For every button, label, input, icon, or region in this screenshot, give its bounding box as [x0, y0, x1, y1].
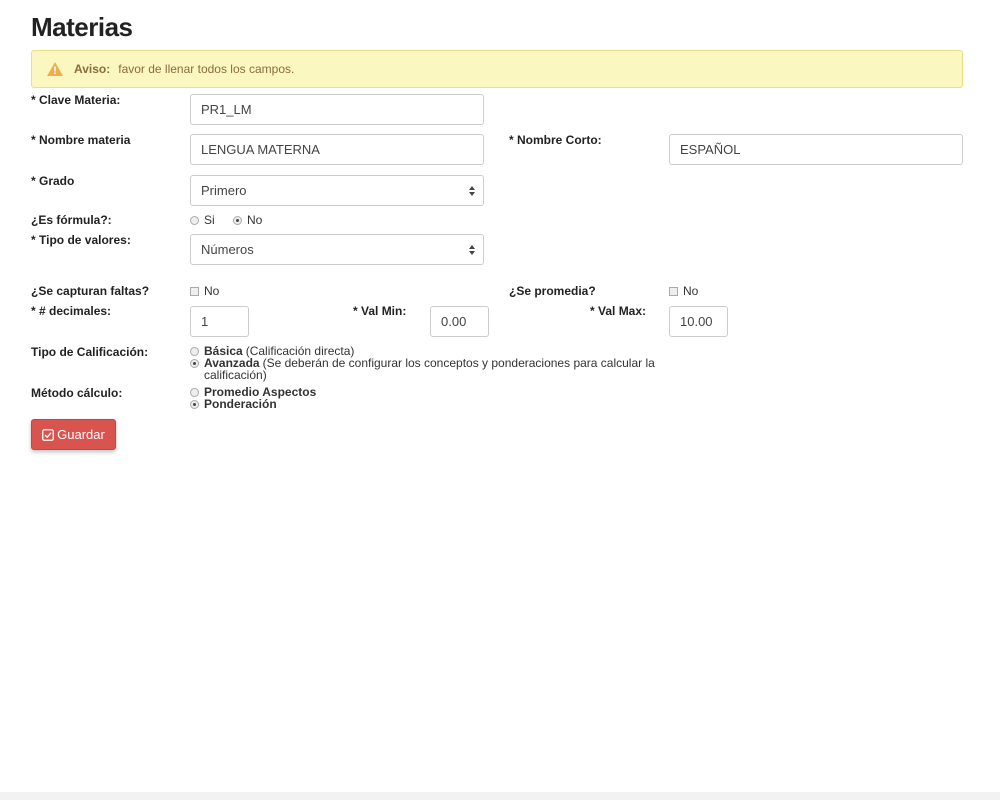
decimales-input[interactable]: 1: [190, 306, 249, 337]
checkbox-label: No: [204, 284, 220, 298]
save-button[interactable]: Guardar: [31, 419, 116, 450]
checkbox-icon: [190, 286, 199, 296]
tipo-calificacion-options: Básica (Calificación directa) Avanzada (Se…: [190, 345, 660, 381]
sort-caret-icon: [469, 245, 475, 255]
check-square-icon: [42, 428, 55, 441]
clave-materia-label: * Clave Materia:: [31, 93, 121, 107]
save-button-label: Guardar: [57, 427, 105, 442]
option-desc: (Se deberán de configurar los conceptos …: [204, 356, 655, 382]
checkbox-icon: [669, 286, 678, 296]
val-min-label: * Val Min:: [353, 304, 407, 318]
grado-selected-value: Primero: [201, 183, 247, 198]
val-max-label: * Val Max:: [590, 304, 647, 318]
alert-message: favor de llenar todos los campos.: [118, 62, 295, 76]
grado-label: * Grado: [31, 174, 75, 188]
decimales-label: * # decimales:: [31, 304, 112, 318]
nombre-corto-label: * Nombre Corto:: [509, 133, 602, 147]
radio-label: Si: [204, 213, 215, 227]
radio-icon: [190, 347, 199, 356]
tipo-valores-selected-value: Números: [201, 242, 254, 257]
calificacion-avanzada-radio[interactable]: Avanzada (Se deberán de configurar los co…: [190, 357, 660, 381]
tipo-valores-select[interactable]: Números: [190, 234, 484, 265]
metodo-calculo-label: Método cálculo:: [31, 386, 123, 400]
captura-faltas-checkbox[interactable]: No: [190, 284, 219, 298]
se-promedia-label: ¿Se promedia?: [509, 284, 596, 298]
warning-alert: Aviso: favor de llenar todos los campos.: [31, 50, 963, 88]
tipo-calificacion-label: Tipo de Calificación:: [31, 345, 149, 359]
clave-materia-input[interactable]: PR1_LM: [190, 94, 484, 125]
metodo-ponderacion-radio[interactable]: Ponderación: [190, 398, 490, 410]
radio-checked-icon: [233, 215, 242, 225]
footer-bar: [0, 792, 1000, 800]
radio-icon: [190, 388, 199, 397]
option-text: Avanzada (Se deberán de configurar los co…: [204, 357, 660, 381]
tipo-valores-label: * Tipo de valores:: [31, 233, 131, 247]
es-formula-label: ¿Es fórmula?:: [31, 213, 112, 227]
sort-caret-icon: [469, 186, 475, 196]
grado-select[interactable]: Primero: [190, 175, 484, 206]
es-formula-no-radio[interactable]: No: [233, 213, 262, 227]
metodo-calculo-options: Promedio Aspectos Ponderación: [190, 386, 490, 410]
checkbox-label: No: [683, 284, 699, 298]
nombre-materia-input[interactable]: LENGUA MATERNA: [190, 134, 484, 165]
radio-icon: [190, 215, 199, 225]
se-promedia-checkbox[interactable]: No: [669, 284, 698, 298]
nombre-corto-input[interactable]: ESPAÑOL: [669, 134, 963, 165]
val-min-input[interactable]: 0.00: [430, 306, 489, 337]
page-title: Materias: [31, 12, 133, 42]
nombre-materia-label: * Nombre materia: [31, 133, 131, 147]
warning-triangle-icon: [46, 61, 64, 77]
alert-title: Aviso:: [74, 62, 111, 76]
radio-checked-icon: [190, 359, 199, 368]
radio-label: No: [247, 213, 263, 227]
option-title: Ponderación: [204, 397, 277, 411]
captura-faltas-label: ¿Se capturan faltas?: [31, 284, 150, 298]
radio-checked-icon: [190, 400, 199, 409]
es-formula-si-radio[interactable]: Si: [190, 213, 215, 227]
val-max-input[interactable]: 10.00: [669, 306, 728, 337]
